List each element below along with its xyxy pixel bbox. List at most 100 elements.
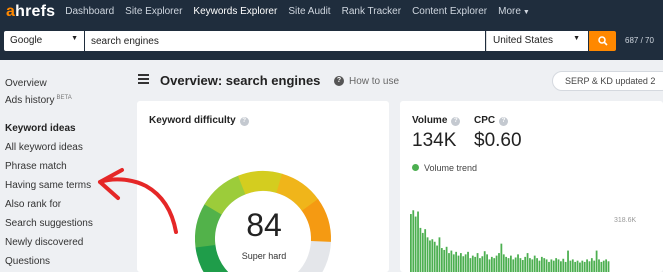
- trend-bar: [414, 216, 417, 272]
- trend-bar: [507, 258, 510, 272]
- trend-bar: [545, 259, 548, 272]
- trend-bar: [595, 250, 598, 272]
- search-bar: Google ▼ United States ▼ 687 / 70: [0, 23, 663, 60]
- volume-cpc-card: Volume? CPC? 134K $0.60 Volume trend 318…: [400, 101, 663, 272]
- trend-bar: [498, 253, 500, 272]
- trend-bar: [571, 259, 574, 272]
- trend-bar: [521, 260, 524, 272]
- trend-bar: [471, 255, 474, 272]
- info-icon[interactable]: ?: [451, 117, 461, 126]
- trend-bar: [583, 261, 586, 272]
- trend-bar: [576, 260, 579, 272]
- trend-bar: [479, 258, 481, 272]
- credits-counter: 687 / 70: [625, 36, 654, 45]
- keyword-search-input[interactable]: [85, 31, 485, 51]
- nav-more-label: More: [498, 6, 521, 17]
- nav-keywords-explorer[interactable]: Keywords Explorer: [193, 6, 277, 17]
- trend-bar: [510, 255, 512, 272]
- trend-bar: [502, 254, 505, 272]
- trend-bar: [540, 256, 543, 272]
- trend-bar: [429, 240, 431, 272]
- caret-down-icon: ▼: [71, 35, 78, 42]
- sidebar-item-questions[interactable]: Questions: [5, 256, 50, 267]
- trend-bar: [452, 254, 455, 272]
- country-select[interactable]: United States ▼: [486, 31, 588, 51]
- nav-content-explorer[interactable]: Content Explorer: [412, 6, 487, 17]
- trend-bar: [426, 237, 429, 272]
- how-to-use-link[interactable]: How to use: [349, 76, 399, 87]
- sidebar-item-phrase-match[interactable]: Phrase match: [5, 161, 67, 172]
- trend-bar: [469, 258, 472, 272]
- search-engine-value: Google: [10, 35, 43, 46]
- trend-bar: [593, 260, 596, 272]
- search-engine-select[interactable]: Google ▼: [4, 31, 84, 51]
- nav-rank-tracker[interactable]: Rank Tracker: [342, 6, 401, 17]
- gauge-segment: [237, 171, 283, 195]
- trend-bar: [533, 255, 536, 272]
- trend-bar: [519, 258, 522, 272]
- menu-icon[interactable]: [138, 74, 149, 84]
- nav-site-audit[interactable]: Site Audit: [288, 6, 330, 17]
- trend-bar: [440, 248, 443, 272]
- kd-score-label: Super hard: [241, 251, 287, 261]
- help-icon[interactable]: ?: [334, 76, 344, 86]
- kd-title: Keyword difficulty?: [149, 115, 249, 126]
- trend-bar: [495, 255, 498, 272]
- sidebar-item-overview[interactable]: Overview: [5, 78, 47, 89]
- trend-bar: [524, 256, 527, 272]
- info-icon[interactable]: ?: [499, 117, 509, 126]
- trend-bar: [581, 260, 584, 272]
- sidebar-item-label: Ads history: [5, 95, 55, 106]
- sidebar-item-search-suggestions[interactable]: Search suggestions: [5, 218, 93, 229]
- trend-bar: [455, 251, 458, 272]
- trend-bar: [476, 253, 479, 272]
- trend-bar: [536, 258, 538, 272]
- trend-bar: [605, 259, 608, 272]
- gauge-segment: [301, 199, 331, 242]
- sidebar-item-having-same-terms[interactable]: Having same terms: [5, 180, 91, 191]
- trend-bar: [460, 253, 462, 272]
- trend-bar: [529, 258, 531, 272]
- nav-site-explorer[interactable]: Site Explorer: [125, 6, 182, 17]
- info-icon[interactable]: ?: [239, 117, 249, 126]
- trend-bar: [505, 256, 508, 272]
- trend-bar: [550, 259, 553, 272]
- serp-kd-updated-badge[interactable]: SERP & KD updated 2: [552, 71, 663, 91]
- volume-trend-chart: [410, 210, 610, 272]
- country-value: United States: [493, 35, 554, 46]
- trend-bar: [412, 210, 415, 272]
- cpc-title: CPC?: [474, 115, 509, 126]
- trend-bar: [517, 254, 519, 272]
- trend-bar: [586, 259, 588, 272]
- trend-bar: [598, 259, 600, 272]
- sidebar-item-ads-history[interactable]: Ads history BETA: [5, 95, 72, 106]
- sidebar-item-all-keyword-ideas[interactable]: All keyword ideas: [5, 142, 83, 153]
- gauge-segment: [195, 203, 223, 248]
- trend-bar: [417, 211, 419, 272]
- trend-bar: [436, 245, 438, 272]
- trend-bar: [588, 261, 591, 272]
- trend-bar: [424, 229, 427, 272]
- beta-badge: BETA: [56, 95, 72, 101]
- trend-bar: [564, 261, 567, 272]
- page-title: Overview: search engines: [160, 73, 321, 88]
- search-button[interactable]: [589, 31, 616, 51]
- top-nav: ahrefs Dashboard Site Explorer Keywords …: [0, 0, 663, 23]
- sidebar-item-newly-discovered[interactable]: Newly discovered: [5, 237, 83, 248]
- trend-bar: [450, 250, 453, 272]
- keyword-difficulty-card: Keyword difficulty? 84 Super hard: [137, 101, 389, 272]
- sidebar-item-also-rank-for[interactable]: Also rank for: [5, 199, 61, 210]
- trend-bar: [600, 261, 603, 272]
- trend-bar: [574, 261, 577, 272]
- trend-bar: [569, 260, 572, 272]
- trend-bar: [514, 257, 517, 272]
- ahrefs-logo[interactable]: ahrefs: [6, 3, 55, 21]
- kd-score: 84: [246, 207, 282, 243]
- trend-bar: [526, 253, 529, 272]
- trend-bar: [483, 251, 486, 272]
- nav-dashboard[interactable]: Dashboard: [65, 6, 114, 17]
- axis-max-label: 318.6K: [614, 217, 637, 224]
- nav-more[interactable]: More ▼: [498, 6, 530, 17]
- trend-bar: [557, 259, 560, 272]
- trend-bar: [419, 227, 422, 272]
